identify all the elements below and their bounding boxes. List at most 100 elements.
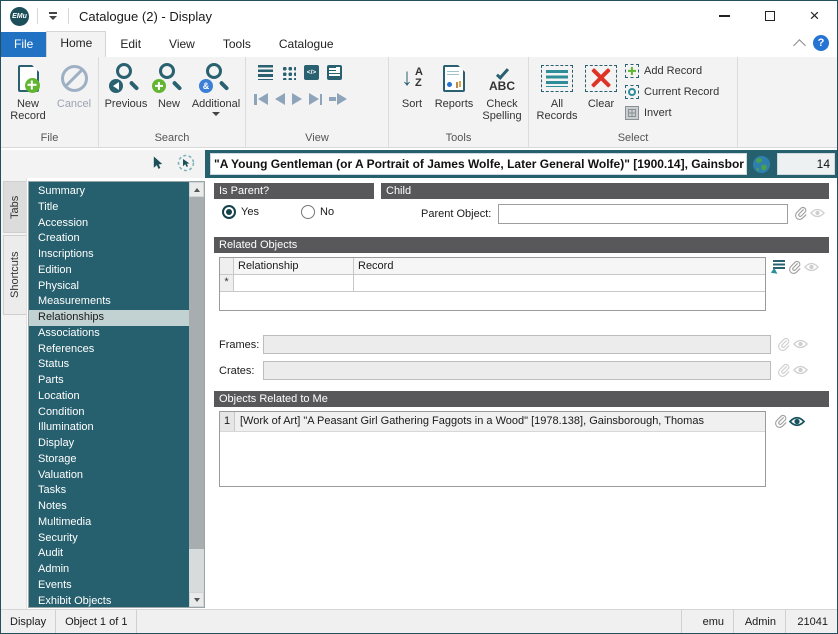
help-icon[interactable]: ?	[813, 35, 829, 51]
attach-icon[interactable]	[792, 205, 808, 221]
sidebar-item-references[interactable]: References	[29, 342, 204, 358]
parent-object-input[interactable]	[498, 204, 788, 224]
list-item[interactable]: 1 [Work of Art] "A Peasant Girl Gatherin…	[220, 412, 765, 432]
sidebar-item-condition[interactable]: Condition	[29, 405, 204, 421]
strip-tab-shortcuts[interactable]: Shortcuts	[3, 235, 26, 315]
sidebar-item-exhibit-objects[interactable]: Exhibit Objects	[29, 594, 204, 608]
sidebar-item-audit[interactable]: Audit	[29, 546, 204, 562]
collapse-ribbon-icon[interactable]	[793, 38, 806, 52]
attach-icon	[775, 336, 791, 352]
scroll-down-icon[interactable]	[189, 592, 204, 607]
column-header-record[interactable]: Record	[354, 258, 765, 274]
tab-catalogue[interactable]: Catalogue	[265, 32, 348, 57]
sidebar-item-parts[interactable]: Parts	[29, 373, 204, 389]
sidebar-item-location[interactable]: Location	[29, 389, 204, 405]
window-title: Catalogue (2) - Display	[79, 8, 212, 24]
tab-tools[interactable]: Tools	[209, 32, 265, 57]
maximize-button[interactable]	[747, 1, 792, 31]
current-record-button[interactable]: Current Record	[625, 85, 719, 99]
scrollbar-thumb[interactable]	[189, 197, 204, 549]
minimize-button[interactable]	[702, 1, 747, 31]
next-record-button[interactable]	[291, 93, 302, 105]
first-record-button[interactable]	[254, 93, 268, 105]
sidebar-item-inscriptions[interactable]: Inscriptions	[29, 247, 204, 263]
add-record-button[interactable]: Add Record	[625, 64, 719, 78]
grid-view-icon[interactable]	[281, 65, 296, 80]
sidebar-item-illumination[interactable]: Illumination	[29, 420, 204, 436]
title-bar: EMu Catalogue (2) - Display ×	[1, 1, 837, 31]
is-parent-no-radio[interactable]: No	[301, 205, 334, 219]
cancel-button[interactable]: Cancel	[51, 61, 97, 110]
record-cell[interactable]	[354, 275, 765, 291]
attach-icon[interactable]	[786, 259, 802, 275]
main-area: Tabs Shortcuts Summary Title Accession C…	[1, 178, 837, 611]
all-records-button[interactable]: All Records	[535, 61, 579, 122]
relationship-cell[interactable]	[234, 275, 354, 291]
grid-expand-icon[interactable]	[770, 259, 786, 277]
form-view-icon[interactable]	[327, 65, 342, 80]
reports-label: Reports	[434, 98, 474, 110]
code-view-icon[interactable]: </>	[304, 65, 319, 80]
tab-view[interactable]: View	[155, 32, 209, 57]
sidebar-item-measurements[interactable]: Measurements	[29, 294, 204, 310]
is-parent-yes-radio[interactable]: Yes	[222, 205, 259, 219]
goto-record-button[interactable]	[329, 93, 348, 105]
strip-tab-tabs[interactable]: Tabs	[3, 181, 26, 233]
additional-search-button[interactable]: & Additional	[189, 61, 243, 116]
sidebar-item-creation[interactable]: Creation	[29, 231, 204, 247]
tab-home[interactable]: Home	[46, 31, 107, 57]
minimize-icon	[719, 15, 730, 17]
sidebar-item-notes[interactable]: Notes	[29, 499, 204, 515]
previous-search-button[interactable]: Previous	[103, 61, 149, 110]
sidebar-item-relationships[interactable]: Relationships	[29, 310, 189, 326]
clear-selection-button[interactable]: Clear	[581, 61, 621, 110]
view-icon	[809, 205, 825, 221]
ribbon-group-file: New Record Cancel File	[1, 57, 99, 147]
tab-edit[interactable]: Edit	[106, 32, 155, 57]
sidebar-item-tasks[interactable]: Tasks	[29, 483, 204, 499]
sort-button[interactable]: ↓ A Z Sort	[393, 61, 431, 111]
tab-file[interactable]: File	[1, 32, 47, 57]
column-header-relationship[interactable]: Relationship	[234, 258, 354, 274]
new-search-button[interactable]: New	[149, 61, 189, 110]
sidebar-item-valuation[interactable]: Valuation	[29, 468, 204, 484]
sidebar-item-storage[interactable]: Storage	[29, 452, 204, 468]
divider	[37, 8, 38, 24]
sidebar-item-admin[interactable]: Admin	[29, 562, 204, 578]
sidebar-item-accession[interactable]: Accession	[29, 216, 204, 232]
list-view-icon[interactable]	[258, 65, 273, 80]
sidebar-item-associations[interactable]: Associations	[29, 326, 204, 342]
record-title-field[interactable]: "A Young Gentleman (or A Portrait of Jam…	[210, 153, 747, 175]
select-region-icon[interactable]	[177, 154, 195, 172]
close-button[interactable]: ×	[792, 1, 837, 31]
previous-record-button[interactable]	[274, 93, 285, 105]
sidebar-item-multimedia[interactable]: Multimedia	[29, 515, 204, 531]
sidebar-item-summary[interactable]: Summary	[29, 184, 204, 200]
sidebar-scrollbar[interactable]	[189, 182, 204, 607]
pointer-mode-icon[interactable]	[151, 155, 166, 171]
add-record-label: Add Record	[644, 65, 703, 77]
sidebar-item-events[interactable]: Events	[29, 578, 204, 594]
quick-access-toolbar-button[interactable]	[46, 12, 60, 20]
sidebar-item-display[interactable]: Display	[29, 436, 204, 452]
current-record-label: Current Record	[644, 86, 720, 98]
section-header-related-objects: Related Objects	[214, 237, 829, 253]
side-strip: Tabs Shortcuts	[1, 178, 27, 611]
invert-selection-button[interactable]: Invert	[625, 106, 719, 120]
attach-icon[interactable]	[772, 413, 788, 429]
new-record-button[interactable]: New Record	[5, 61, 51, 122]
record-count-field[interactable]: 14	[777, 153, 835, 175]
sidebar-item-title[interactable]: Title	[29, 200, 204, 216]
sidebar-item-edition[interactable]: Edition	[29, 263, 204, 279]
status-position: Object 1 of 1	[56, 610, 138, 633]
view-icon	[792, 336, 808, 352]
sidebar-item-security[interactable]: Security	[29, 531, 204, 547]
scroll-up-icon[interactable]	[189, 182, 204, 197]
sidebar-item-status[interactable]: Status	[29, 357, 204, 373]
last-record-button[interactable]	[308, 93, 323, 105]
sidebar-item-physical[interactable]: Physical	[29, 279, 204, 295]
related-objects-grid: Relationship Record *	[219, 257, 766, 311]
reports-button[interactable]: Reports	[431, 61, 477, 110]
check-spelling-button[interactable]: ABC Check Spelling	[477, 61, 527, 122]
view-icon[interactable]	[789, 413, 805, 429]
